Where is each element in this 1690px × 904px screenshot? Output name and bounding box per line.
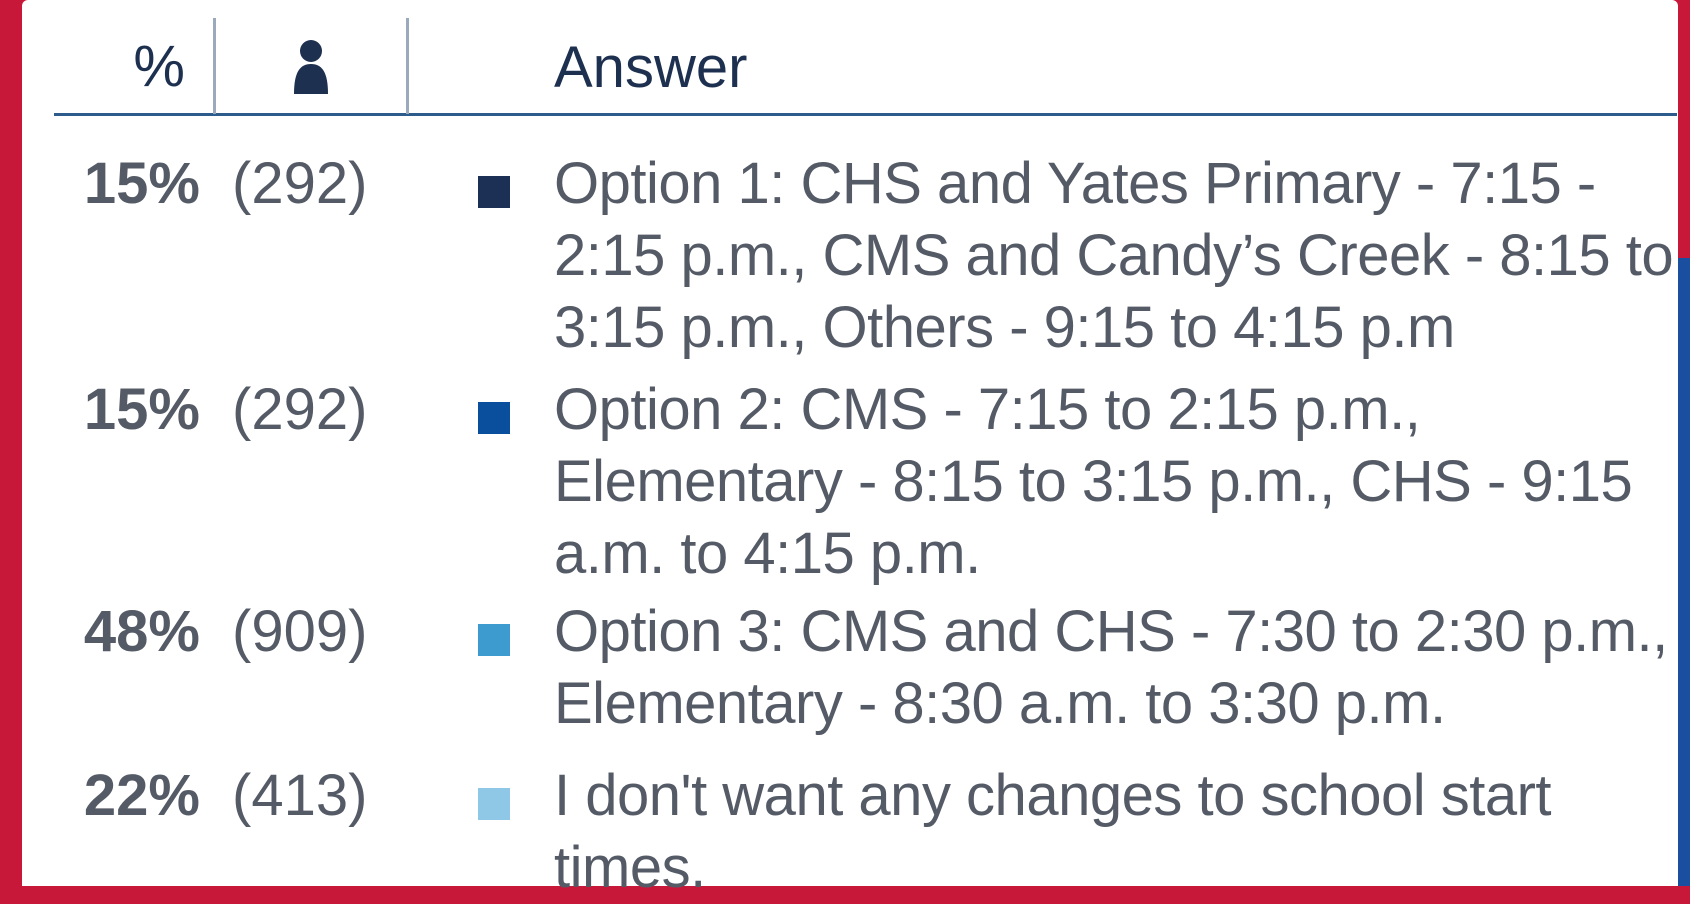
result-percent: 48% <box>83 599 200 664</box>
result-row-option-1: 15% (292) Option 1: CHS and Yates Primar… <box>54 148 1677 374</box>
percent-column-header: % <box>54 18 216 114</box>
result-percent: 15% <box>83 151 200 216</box>
result-answer-text: Option 3: CMS and CHS - 7:30 to 2:30 p.m… <box>554 599 1668 736</box>
result-answer-text: Option 1: CHS and Yates Primary - 7:15 -… <box>554 151 1674 360</box>
results-table-header: % Answer <box>54 18 1677 116</box>
color-swatch <box>478 402 510 434</box>
result-row-option-3: 48% (909) Option 3: CMS and CHS - 7:30 t… <box>54 596 1677 760</box>
result-percent: 22% <box>83 763 200 828</box>
color-swatch <box>478 788 510 820</box>
result-row-option-2: 15% (292) Option 2: CMS - 7:15 to 2:15 p… <box>54 374 1677 596</box>
answer-column-header: Answer <box>554 18 747 116</box>
result-count: (292) <box>232 377 368 442</box>
result-answer-text: I don't want any changes to school start… <box>554 763 1552 900</box>
result-percent: 15% <box>83 377 200 442</box>
percent-header-label: % <box>133 33 185 99</box>
result-count: (413) <box>232 763 368 828</box>
answer-header-label: Answer <box>554 34 748 100</box>
color-swatch <box>478 176 510 208</box>
person-icon <box>294 40 328 94</box>
result-count: (909) <box>232 599 368 664</box>
result-row-no-change: 22% (413) I don't want any changes to sc… <box>54 760 1677 900</box>
result-count: (292) <box>232 151 368 216</box>
result-answer-text: Option 2: CMS - 7:15 to 2:15 p.m., Eleme… <box>554 377 1633 586</box>
results-rows: 15% (292) Option 1: CHS and Yates Primar… <box>54 148 1677 900</box>
color-swatch <box>478 624 510 656</box>
votes-column-header <box>216 18 409 114</box>
poll-results-panel: % Answer 15% (292) Option 1: CHS and Yat… <box>22 0 1678 900</box>
